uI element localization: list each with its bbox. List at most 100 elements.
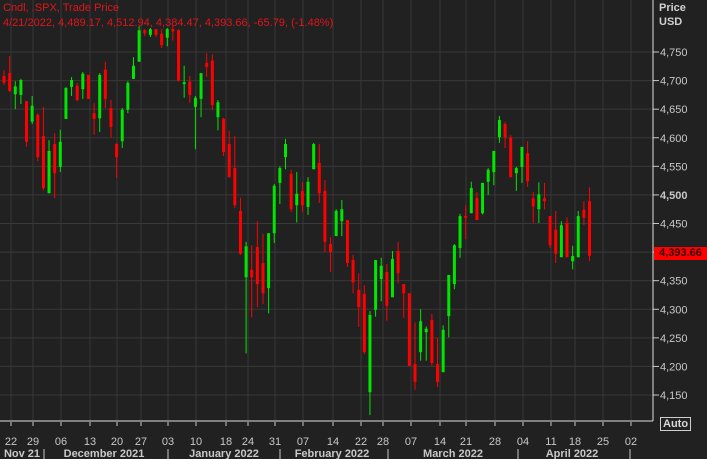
candle xyxy=(255,221,259,307)
month-label: February 2022 xyxy=(295,448,370,459)
candle-body xyxy=(430,320,434,364)
candle-body xyxy=(255,246,259,285)
candle-body xyxy=(148,29,152,35)
candle xyxy=(497,116,501,143)
candle-body xyxy=(407,293,411,366)
candle-body xyxy=(452,245,456,285)
candle-body xyxy=(222,118,226,153)
x-tick-label: 07 xyxy=(405,436,417,448)
candle-body xyxy=(464,216,468,218)
candles xyxy=(2,25,592,416)
candle-body xyxy=(2,76,6,83)
candle xyxy=(177,29,181,82)
candle xyxy=(481,182,485,215)
candle-body xyxy=(143,30,147,34)
candle-body xyxy=(98,74,102,119)
candle-body xyxy=(199,73,203,99)
x-tick-label: 11 xyxy=(545,436,556,448)
candle-body xyxy=(182,82,186,85)
candle-body xyxy=(126,82,130,110)
candle-body xyxy=(419,321,423,353)
candle-body xyxy=(469,188,473,214)
candle xyxy=(126,81,130,114)
candle-body xyxy=(19,80,23,95)
candle xyxy=(464,205,468,239)
candle xyxy=(98,73,102,133)
candle-body xyxy=(25,101,29,142)
candle xyxy=(436,337,440,388)
candlestick-chart: 4,150 4,200 4,250 4,300 4,350 4,450 4,500 4,550… xyxy=(0,0,688,459)
axis-title-price: Price xyxy=(659,2,686,14)
candle-body xyxy=(312,144,316,170)
candle-body xyxy=(278,168,282,183)
candle xyxy=(244,241,248,354)
candle xyxy=(131,57,135,79)
y-tick-label: 4,700 xyxy=(660,76,688,88)
auto-scale-button[interactable]: Auto xyxy=(660,417,692,431)
candle xyxy=(210,54,214,111)
candle-body xyxy=(357,289,361,307)
candle xyxy=(103,61,107,109)
candle-body xyxy=(537,194,541,210)
candle xyxy=(64,86,68,119)
candle-body xyxy=(8,73,12,91)
candle xyxy=(368,310,372,416)
month-label: January 2022 xyxy=(189,448,259,459)
candle-body xyxy=(424,328,428,333)
candle-body xyxy=(520,146,524,167)
candle xyxy=(278,166,282,205)
y-tick-label: 4,350 xyxy=(660,276,688,288)
y-tick-label: 4,550 xyxy=(660,161,688,173)
candle xyxy=(559,221,563,258)
x-tick-label: 29 xyxy=(27,436,39,448)
candle-body xyxy=(154,29,158,35)
candle xyxy=(374,260,378,317)
candle xyxy=(222,117,226,157)
candle xyxy=(81,72,85,99)
candle xyxy=(109,100,113,138)
candle-body xyxy=(374,260,378,310)
candle-body xyxy=(329,244,333,253)
candle xyxy=(137,26,141,62)
candle-body xyxy=(267,233,271,289)
x-tick-label: 21 xyxy=(460,436,472,448)
candle-body xyxy=(250,269,254,278)
candle xyxy=(199,73,203,118)
chart-legend-values: 4/21/2022, 4,489.17, 4,512.94, 4,384.47,… xyxy=(3,17,334,29)
candle xyxy=(447,274,451,338)
candle xyxy=(514,166,518,191)
candle xyxy=(261,233,265,305)
x-tick-label: 06 xyxy=(55,436,67,448)
candle xyxy=(441,325,445,373)
month-label: December 2021 xyxy=(64,448,145,459)
candle xyxy=(424,326,428,361)
candle xyxy=(329,237,333,273)
candle xyxy=(334,209,338,237)
candle xyxy=(2,70,6,86)
candle xyxy=(475,192,479,221)
candle-body xyxy=(109,108,113,127)
candle-body xyxy=(36,114,40,158)
candle xyxy=(486,168,490,195)
candle xyxy=(419,309,423,361)
candle-body xyxy=(30,105,34,122)
month-label: March 2022 xyxy=(423,448,483,459)
candle xyxy=(154,29,158,38)
candle xyxy=(295,172,299,223)
candle-body xyxy=(317,162,321,194)
x-tick-label: 04 xyxy=(517,436,529,448)
candle-body xyxy=(458,216,462,249)
candle xyxy=(452,244,456,290)
candle xyxy=(115,142,119,178)
axis-title-currency: USD xyxy=(659,16,683,28)
candle xyxy=(357,273,361,327)
candle xyxy=(75,82,79,102)
candle xyxy=(537,182,541,223)
candle xyxy=(188,76,192,103)
candle xyxy=(379,257,383,302)
candle xyxy=(413,322,417,390)
candle-body xyxy=(300,190,304,206)
candle xyxy=(306,177,310,215)
candle xyxy=(548,216,552,249)
candle-body xyxy=(131,65,135,79)
